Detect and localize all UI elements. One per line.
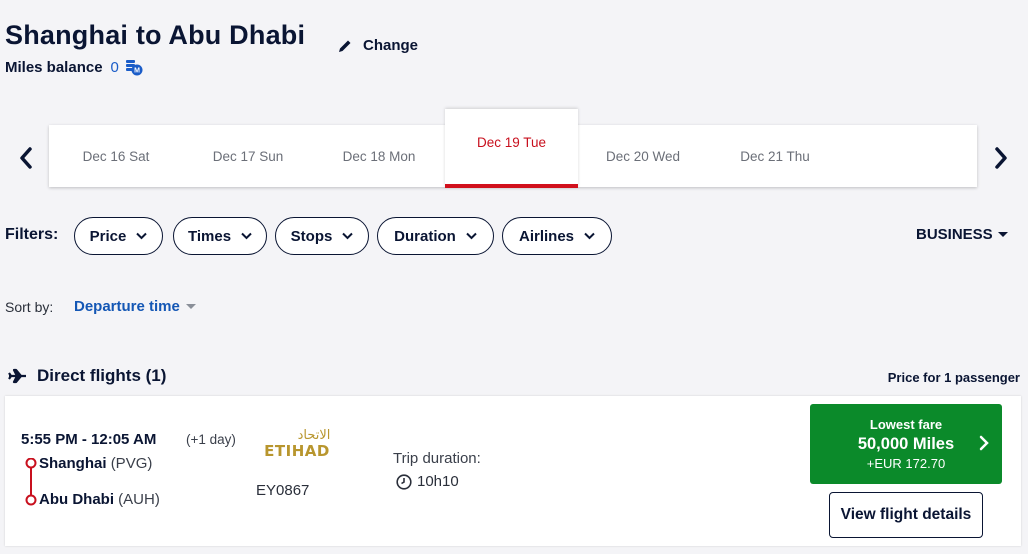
chevron-down-icon bbox=[584, 232, 595, 240]
miles-coins-icon: M bbox=[125, 60, 143, 76]
date-tab-selected[interactable]: Dec 19 Tue bbox=[445, 109, 578, 188]
date-tab[interactable]: Dec 18 Mon bbox=[313, 125, 445, 187]
fare-miles: 50,000 Miles bbox=[857, 435, 955, 453]
flight-card: 5:55 PM - 12:05 AM (+1 day) Shanghai (PV… bbox=[5, 396, 1021, 546]
airline-name: ETIHAD bbox=[264, 442, 330, 460]
origin-code: (PVG) bbox=[110, 455, 153, 472]
change-search-button[interactable]: Change bbox=[337, 37, 418, 54]
filter-label: Duration bbox=[394, 227, 456, 245]
chevron-right-icon bbox=[995, 147, 1007, 169]
filter-airlines[interactable]: Airlines bbox=[502, 217, 612, 255]
filter-label: Price bbox=[89, 227, 127, 245]
next-dates-button[interactable] bbox=[989, 144, 1013, 172]
origin-city: Shanghai bbox=[39, 455, 107, 472]
cabin-class-label: BUSINESS bbox=[916, 226, 993, 243]
chevron-right-icon bbox=[979, 435, 989, 451]
filter-label: Stops bbox=[290, 227, 333, 245]
svg-text:M: M bbox=[134, 68, 140, 75]
destination-code: (AUH) bbox=[118, 491, 160, 508]
date-tab[interactable]: Dec 21 Thu bbox=[708, 125, 842, 187]
sort-value: Departure time bbox=[74, 298, 180, 315]
filter-label: Airlines bbox=[518, 227, 575, 245]
pencil-icon bbox=[339, 40, 351, 52]
filter-duration[interactable]: Duration bbox=[377, 217, 494, 255]
miles-balance: Miles balance 0 M bbox=[5, 58, 143, 76]
clock-icon bbox=[396, 473, 412, 490]
sort-label: Sort by: bbox=[5, 299, 54, 315]
airplane-icon bbox=[8, 368, 26, 384]
chevron-down-icon bbox=[466, 232, 477, 240]
caret-down-icon bbox=[997, 232, 1008, 237]
filter-times[interactable]: Times bbox=[173, 217, 267, 255]
sort-dropdown[interactable]: Departure time bbox=[74, 298, 196, 315]
date-tab[interactable]: Dec 17 Sun bbox=[183, 125, 313, 187]
etihad-logo: الاتحاد ETIHAD bbox=[264, 428, 331, 460]
miles-balance-value: 0 bbox=[110, 58, 119, 76]
date-tab[interactable]: Dec 20 Wed bbox=[578, 125, 708, 187]
fare-label: Lowest fare bbox=[869, 417, 943, 432]
date-selector: Dec 16 Sat Dec 17 Sun Dec 18 Mon Dec 19 … bbox=[49, 109, 977, 188]
plus-day-indicator: (+1 day) bbox=[186, 432, 236, 447]
destination-city: Abu Dhabi bbox=[39, 491, 114, 508]
trip-duration-label: Trip duration: bbox=[393, 450, 481, 467]
flight-number: EY0867 bbox=[256, 482, 310, 499]
change-label: Change bbox=[363, 37, 419, 54]
origin-airport: Shanghai (PVG) bbox=[39, 455, 152, 472]
cabin-class-dropdown[interactable]: BUSINESS bbox=[916, 226, 1008, 243]
filter-price[interactable]: Price bbox=[74, 217, 163, 255]
destination-airport: Abu Dhabi (AUH) bbox=[39, 491, 160, 508]
route-line-icon bbox=[25, 458, 37, 506]
trip-duration: 10h10 bbox=[396, 473, 459, 490]
caret-down-icon bbox=[185, 304, 196, 309]
miles-balance-label: Miles balance bbox=[5, 58, 103, 76]
flight-times: 5:55 PM - 12:05 AM bbox=[21, 431, 157, 448]
section-title-text: Direct flights (1) bbox=[37, 366, 167, 385]
filter-stops[interactable]: Stops bbox=[275, 217, 369, 255]
page-title: Shanghai to Abu Dhabi bbox=[5, 20, 306, 50]
chevron-left-icon bbox=[20, 147, 32, 169]
chevron-down-icon bbox=[241, 232, 252, 240]
view-flight-details-button[interactable]: View flight details bbox=[829, 492, 983, 538]
airline-arabic-name: الاتحاد bbox=[298, 428, 331, 443]
chevron-down-icon bbox=[136, 232, 148, 240]
filter-label: Times bbox=[187, 227, 232, 245]
date-tab[interactable]: Dec 16 Sat bbox=[49, 125, 183, 187]
fare-cash: +EUR 172.70 bbox=[866, 456, 946, 471]
previous-dates-button[interactable] bbox=[14, 144, 38, 172]
direct-flights-heading: Direct flights (1) bbox=[8, 366, 166, 386]
price-for-passengers: Price for 1 passenger bbox=[887, 370, 1020, 385]
filters-label: Filters: bbox=[5, 226, 59, 243]
chevron-down-icon bbox=[342, 232, 354, 240]
trip-duration-value: 10h10 bbox=[417, 473, 459, 490]
lowest-fare-button[interactable]: Lowest fare 50,000 Miles +EUR 172.70 bbox=[810, 404, 1002, 484]
